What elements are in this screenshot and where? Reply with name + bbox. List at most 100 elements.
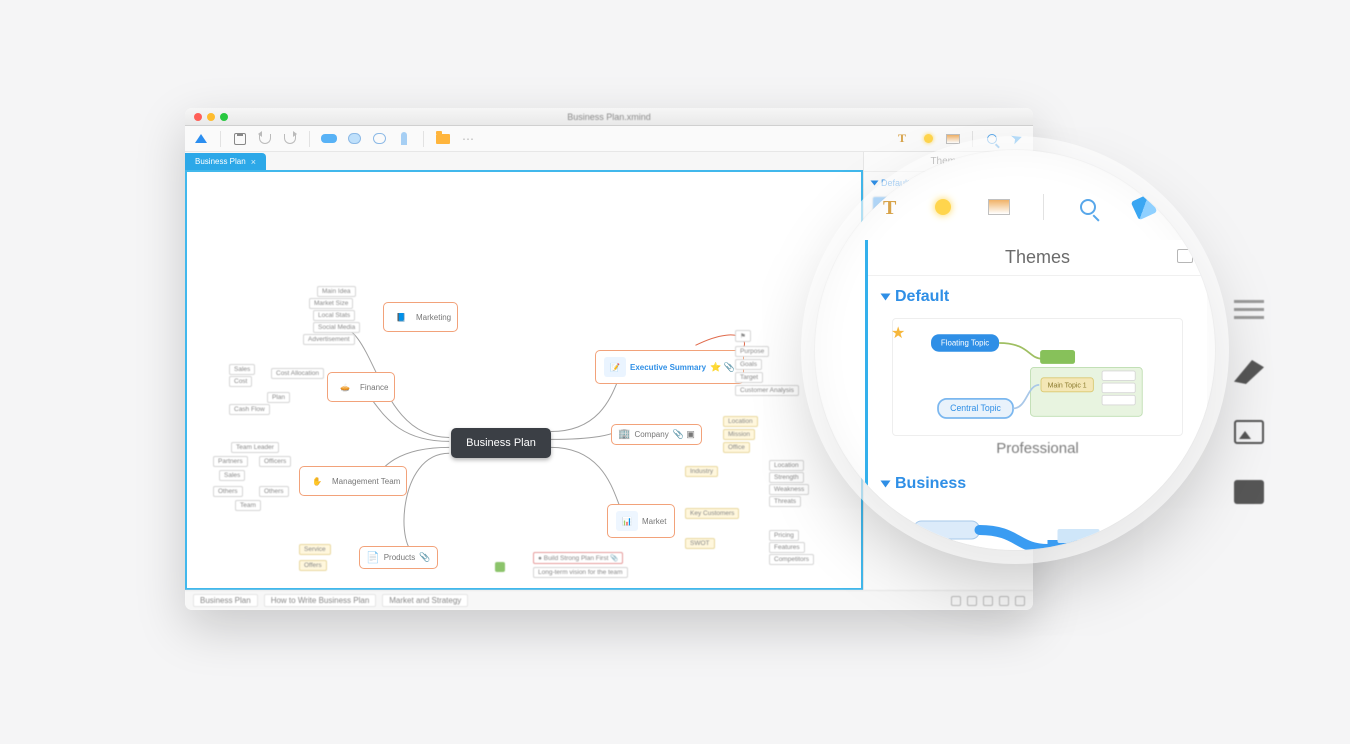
panel-options-icon[interactable]: [1177, 249, 1193, 263]
subtopic[interactable]: Target: [735, 372, 763, 383]
subtopic[interactable]: Partners: [213, 456, 248, 467]
subtopic[interactable]: Purpose: [735, 346, 769, 357]
theme-preview-business[interactable]: [892, 505, 1183, 550]
status-icon[interactable]: [1015, 596, 1025, 606]
tab-close-icon[interactable]: ×: [251, 157, 256, 167]
notes-icon[interactable]: [1234, 480, 1264, 504]
search-icon[interactable]: [984, 131, 1000, 147]
subtopic[interactable]: Local Stats: [313, 310, 355, 321]
relationship-icon[interactable]: [396, 131, 412, 147]
marker-icon[interactable]: [495, 562, 505, 572]
subtopic[interactable]: Weakness: [769, 484, 809, 495]
magnified-toolbar: [875, 190, 1175, 224]
subtopic[interactable]: Others: [213, 486, 243, 497]
floating-callout[interactable]: ● Build Strong Plan First 📎: [533, 552, 623, 564]
folder-icon[interactable]: [435, 131, 451, 147]
subtopic[interactable]: Team Leader: [231, 442, 279, 453]
subtopic[interactable]: Customer Analysis: [735, 385, 799, 396]
branch-team[interactable]: ✋ Management Team: [299, 466, 407, 496]
search-icon[interactable]: [1076, 195, 1100, 219]
subtopic[interactable]: Officers: [259, 456, 291, 467]
theme-swatch-icon[interactable]: [945, 131, 961, 147]
subtopic[interactable]: Main Idea: [317, 286, 356, 297]
ideas-icon[interactable]: [920, 131, 936, 147]
subtopic[interactable]: Sales: [219, 470, 245, 481]
theme-preview-professional[interactable]: ★ Floating Topic Main Topic 1 Central To…: [892, 318, 1183, 436]
text-style-icon[interactable]: [895, 131, 911, 147]
mindmap-canvas[interactable]: Business Plan 📘 Marketing Main Idea Mark…: [185, 170, 863, 590]
status-icon[interactable]: [951, 596, 961, 606]
branch-label: Executive Summary: [630, 363, 706, 372]
subtopic[interactable]: Key Customers: [685, 508, 739, 519]
branch-executive[interactable]: 📝 Executive Summary ⭐ 📎: [595, 350, 744, 384]
breadcrumb-item[interactable]: How to Write Business Plan: [264, 594, 377, 607]
favorite-star-icon[interactable]: ★: [891, 323, 905, 343]
boundary-shape-icon[interactable]: [371, 131, 387, 147]
status-icon[interactable]: [983, 596, 993, 606]
topic-shape-icon[interactable]: [321, 131, 337, 147]
subtopic-shape-icon[interactable]: [346, 131, 362, 147]
breadcrumb-item[interactable]: Business Plan: [193, 594, 258, 607]
subtopic[interactable]: Strength: [769, 472, 804, 483]
undo-icon[interactable]: [257, 131, 273, 147]
magnified-themes-panel: Themes Default ★ Floating Topic Main Top…: [865, 240, 1207, 550]
subtopic[interactable]: Industry: [685, 466, 718, 477]
subtopic[interactable]: Offers: [299, 560, 327, 571]
subtopic[interactable]: Service: [299, 544, 331, 555]
subtopic[interactable]: Competitors: [769, 554, 814, 565]
branch-label: Products: [384, 553, 416, 562]
central-topic-label: Business Plan: [466, 437, 536, 449]
magnified-panel-title: Themes: [868, 240, 1207, 276]
callout-label[interactable]: ⚑: [735, 330, 751, 342]
branch-finance[interactable]: 🥧 Finance: [327, 372, 395, 402]
theme-section-business[interactable]: Business: [868, 457, 1207, 505]
subtopic[interactable]: Others: [259, 486, 289, 497]
outline-icon[interactable]: [1234, 300, 1264, 324]
subtopic[interactable]: Cost Allocation: [271, 368, 324, 379]
branch-market[interactable]: 📊 Market: [607, 504, 675, 538]
redo-icon[interactable]: [282, 131, 298, 147]
subtopic[interactable]: SWOT: [685, 538, 715, 549]
image-icon[interactable]: [1234, 420, 1264, 444]
subtopic[interactable]: Mission: [723, 429, 755, 440]
window-titlebar[interactable]: Business Plan.xmind: [185, 108, 1033, 126]
subtopic[interactable]: Cash Flow: [229, 404, 270, 415]
ideas-icon[interactable]: [931, 195, 955, 219]
format-icon[interactable]: [1234, 360, 1264, 384]
app-logo-icon[interactable]: [193, 131, 209, 147]
toolbar-separator: [1043, 194, 1044, 220]
share-icon[interactable]: ➤: [1009, 131, 1025, 147]
subtopic[interactable]: Features: [769, 542, 805, 553]
save-icon[interactable]: [232, 131, 248, 147]
branch-company[interactable]: 🏢 Company 📎 ▣: [611, 424, 702, 445]
subtopic[interactable]: Office: [723, 442, 750, 453]
subtopic[interactable]: Location: [723, 416, 758, 427]
branch-marketing[interactable]: 📘 Marketing: [383, 302, 458, 332]
subtopic[interactable]: Market Size: [309, 298, 353, 309]
breadcrumb-bar: Business Plan How to Write Business Plan…: [185, 590, 1033, 610]
branch-products[interactable]: 📄 Products 📎: [359, 546, 438, 569]
central-topic[interactable]: Business Plan: [451, 428, 551, 458]
subtopic[interactable]: Advertisement: [303, 334, 355, 345]
theme-swatch-icon[interactable]: [987, 195, 1011, 219]
subtopic[interactable]: Pricing: [769, 530, 799, 541]
subtopic[interactable]: Goals: [735, 359, 762, 370]
toolbar-separator: [423, 131, 424, 147]
subtopic[interactable]: Location: [769, 460, 804, 471]
subtopic[interactable]: Cost: [229, 376, 252, 387]
format-brush-icon[interactable]: [1132, 195, 1156, 219]
theme-section-default[interactable]: Default: [868, 276, 1207, 318]
status-icon[interactable]: [967, 596, 977, 606]
floating-callout[interactable]: Long-term vision for the team: [533, 567, 628, 578]
more-icon[interactable]: ⋯: [460, 131, 476, 147]
subtopic[interactable]: Plan: [267, 392, 290, 403]
status-icon[interactable]: [999, 596, 1009, 606]
subtopic[interactable]: Threats: [769, 496, 801, 507]
breadcrumb-item[interactable]: Market and Strategy: [382, 594, 468, 607]
document-tab[interactable]: Business Plan ×: [185, 153, 266, 170]
subtopic[interactable]: Social Media: [313, 322, 360, 333]
branch-label: Market: [642, 517, 666, 526]
subtopic[interactable]: Team: [235, 500, 261, 511]
text-style-icon[interactable]: [875, 195, 899, 219]
subtopic[interactable]: Sales: [229, 364, 255, 375]
